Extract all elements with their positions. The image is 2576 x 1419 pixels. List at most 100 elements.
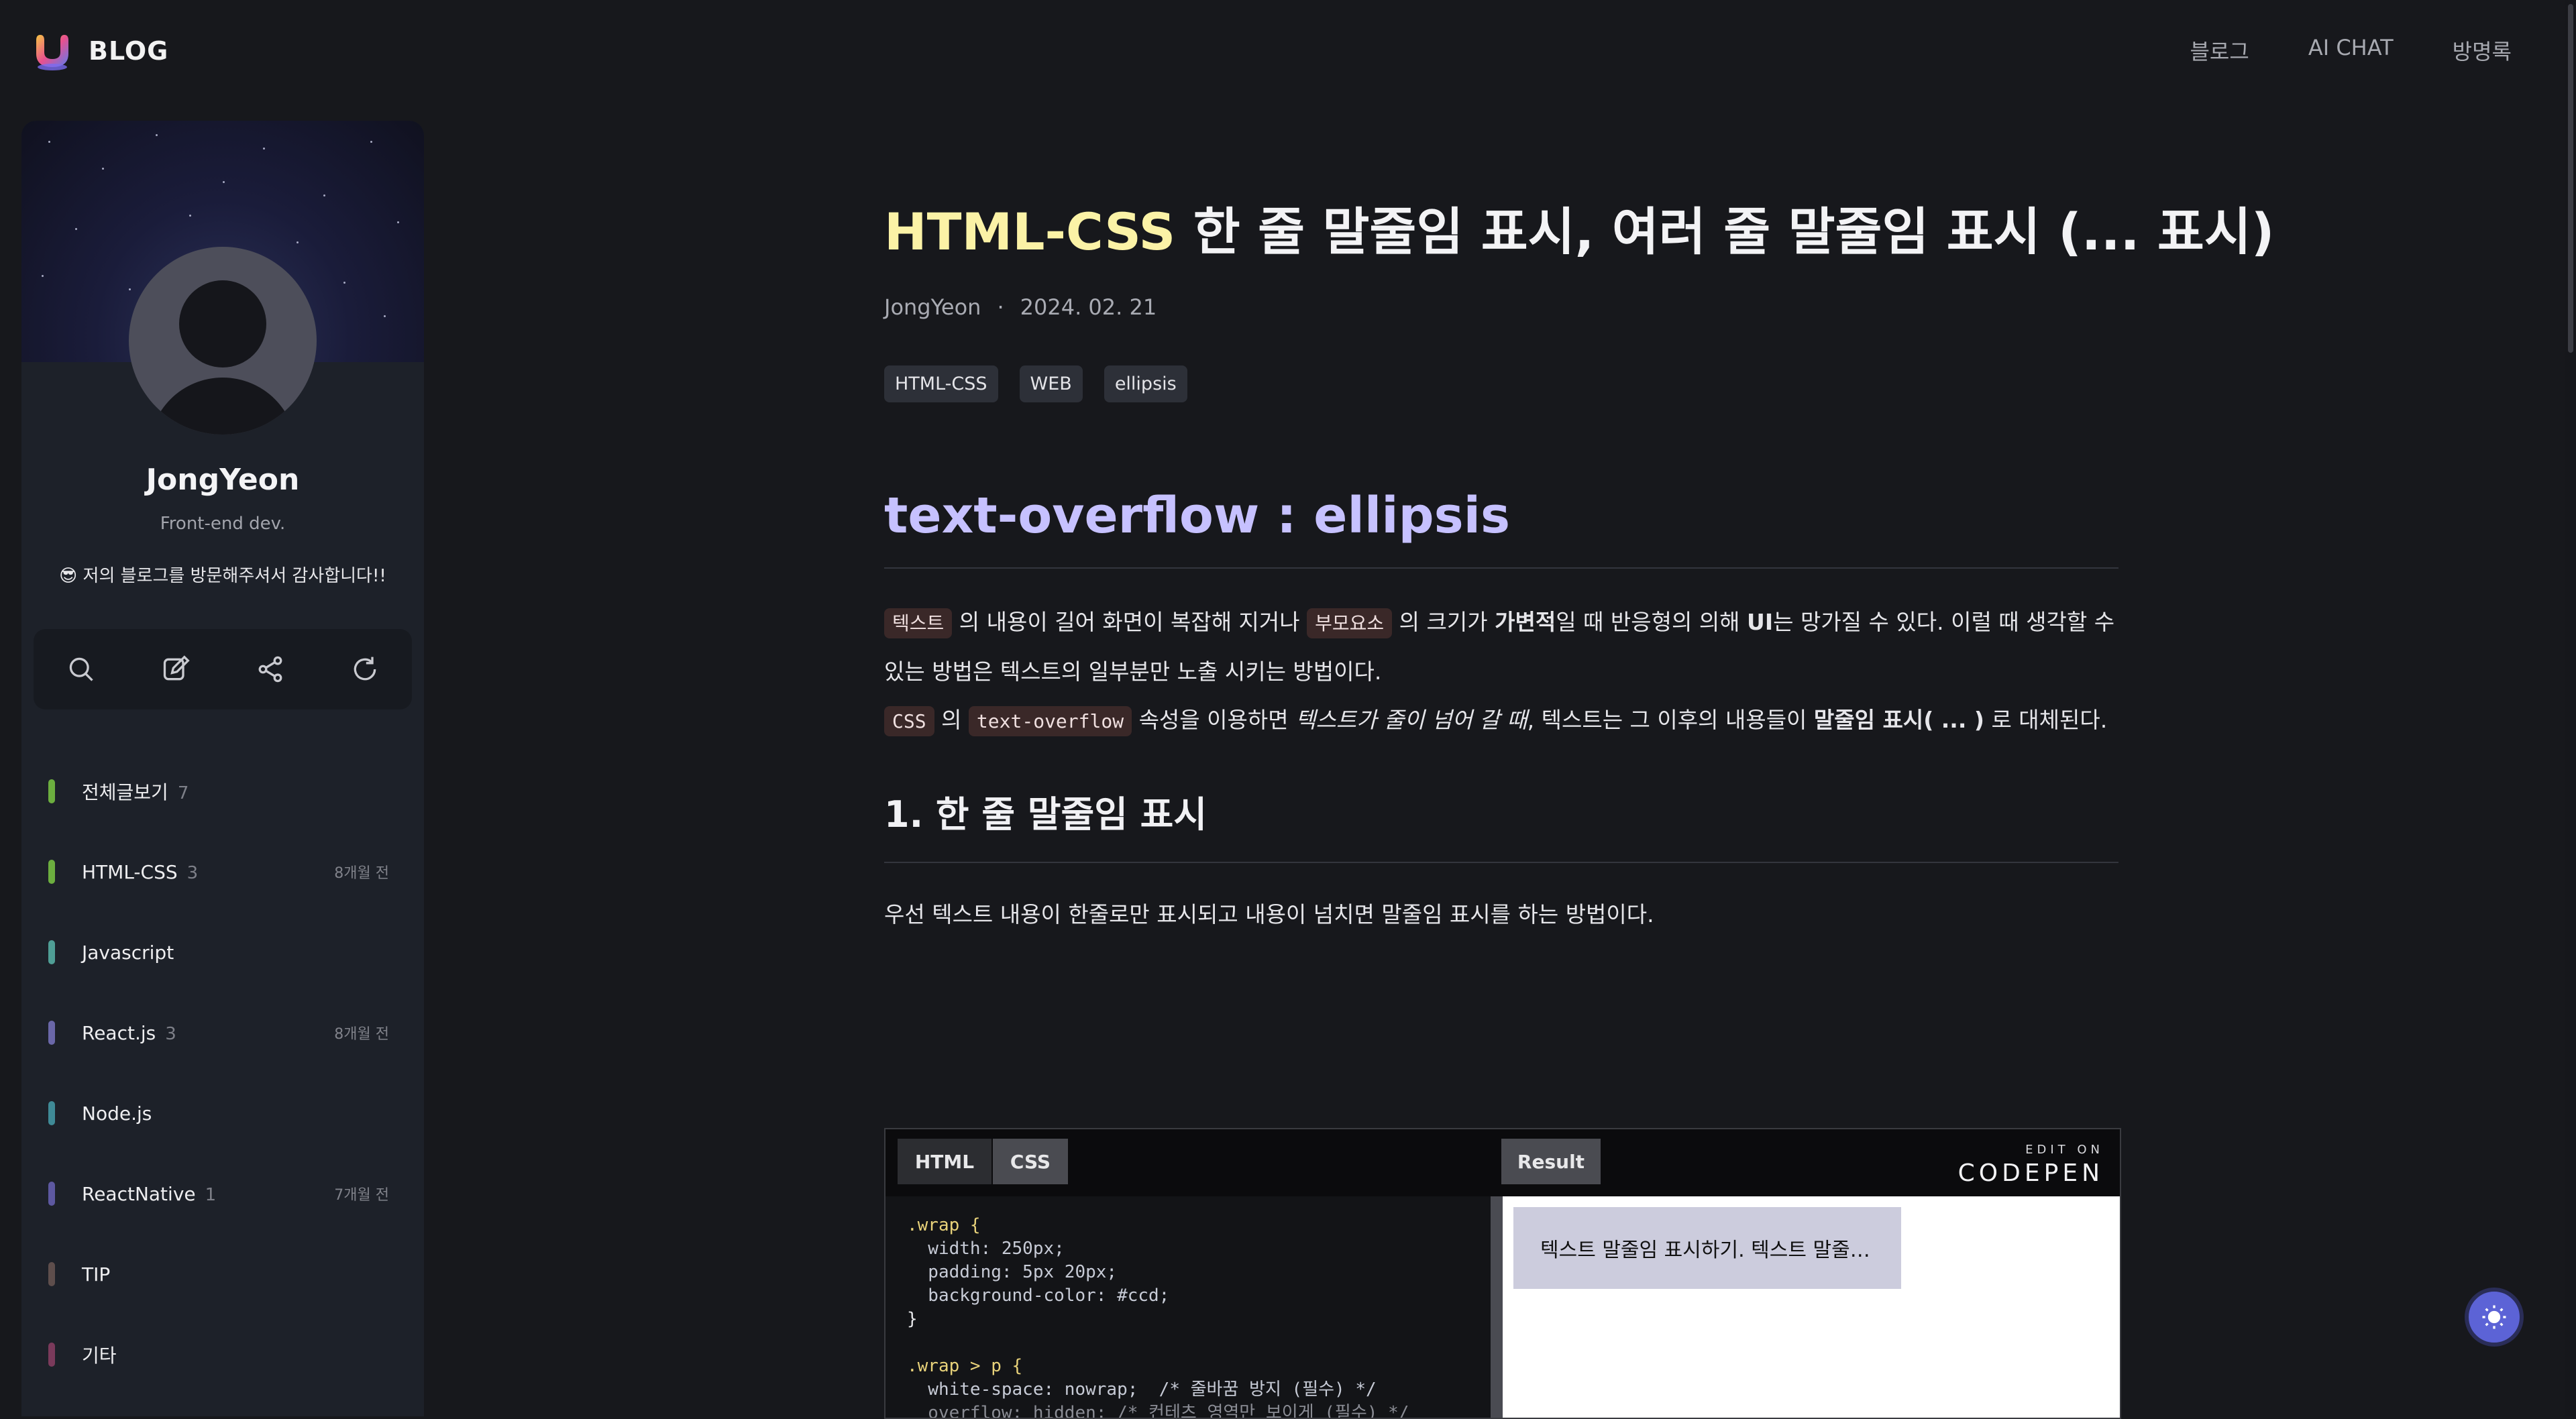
meta-separator: · <box>997 294 1004 321</box>
category-color-bar <box>48 1343 55 1367</box>
category-updated: 8개월 전 <box>334 1026 389 1043</box>
inline-code: 부모요소 <box>1307 608 1393 639</box>
category-label: Node.js <box>82 1102 152 1125</box>
paragraph: 우선 텍스트 내용이 한줄로만 표시되고 내용이 넘치면 말줄임 표시를 하는 … <box>884 901 1654 928</box>
category-color-bar <box>48 779 55 803</box>
category-count: 1 <box>205 1184 217 1205</box>
page-scrollbar[interactable] <box>2565 0 2576 1416</box>
text: 일 때 반응형의 의해 <box>1556 609 1748 636</box>
category-item[interactable]: Javascript <box>21 912 424 992</box>
category-color-bar <box>48 1021 55 1045</box>
category-label: ReactNative <box>82 1182 196 1205</box>
edit-icon <box>163 655 190 681</box>
top-header: BLOG 블로그 AI CHAT 방명록 <box>0 0 2576 101</box>
code-line: width: 250px; <box>907 1239 1065 1259</box>
bold-text: UI <box>1747 609 1774 636</box>
share-button[interactable] <box>250 649 290 689</box>
category-item[interactable]: ReactNative 1 7개월 전 <box>21 1153 424 1234</box>
category-color-bar <box>48 940 55 964</box>
edit-on-codepen-link[interactable]: EDIT ON CODEPEN <box>1958 1143 2104 1187</box>
avatar <box>129 247 317 435</box>
code-line: .wrap > p { <box>907 1356 1023 1376</box>
category-item[interactable]: TIP <box>21 1234 424 1314</box>
inline-code: CSS <box>884 706 934 737</box>
logo-icon <box>34 31 71 71</box>
category-item[interactable]: Node.js <box>21 1073 424 1153</box>
category-item[interactable]: 기타 <box>21 1314 424 1395</box>
category-count: 3 <box>165 1023 176 1044</box>
category-label: Javascript <box>82 941 174 964</box>
category-color-bar <box>48 1101 55 1125</box>
text: 의 <box>934 707 969 734</box>
sun-icon <box>2482 1305 2506 1329</box>
post-meta: JongYeon · 2024. 02. 21 <box>884 294 2118 320</box>
edit-on-label: EDIT ON <box>2025 1143 2104 1157</box>
tag[interactable]: WEB <box>1019 365 1083 403</box>
category-color-bar <box>48 1262 55 1286</box>
nav-blog[interactable]: 블로그 <box>2190 35 2249 66</box>
search-icon <box>69 657 93 681</box>
category-item[interactable]: React.js 3 8개월 전 <box>21 992 424 1073</box>
write-button[interactable] <box>156 649 196 689</box>
post-title-category: HTML-CSS <box>884 202 1176 262</box>
category-updated: 7개월 전 <box>334 1187 389 1204</box>
theme-toggle-button[interactable] <box>2465 1288 2524 1347</box>
category-label: React.js <box>82 1021 156 1044</box>
preview-wrap-box: 텍스트 말줄임 표시하기. 텍스트 말줄임 표시하기. <box>1513 1207 1901 1289</box>
nav-ai-chat[interactable]: AI CHAT <box>2308 35 2394 66</box>
code-editor[interactable]: .wrap { width: 250px; padding: 5px 20px;… <box>885 1196 1489 1418</box>
bold-text: 가변적 <box>1495 609 1556 636</box>
code-line: background-color: #ccd; <box>907 1286 1170 1306</box>
codepen-brand: CODEPEN <box>1957 1159 2104 1187</box>
sidebar-toolbar <box>34 629 412 710</box>
category-item[interactable]: 전체글보기 7 <box>21 751 424 832</box>
category-count: 7 <box>177 783 189 803</box>
blog-logo[interactable]: BLOG <box>34 31 168 71</box>
text: 의 내용이 길어 화면이 복잡해 지거나 <box>952 609 1307 636</box>
post-date: 2024. 02. 21 <box>1020 294 1157 321</box>
pane-resize-handle[interactable] <box>1491 1196 1503 1418</box>
post-title-text: 한 줄 말줄임 표시, 여러 줄 말줄임 표시 (... 표시) <box>1175 202 2275 262</box>
code-line: .wrap { <box>907 1215 981 1235</box>
paragraph: 텍스트 의 내용이 길어 화면이 복잡해 지거나 부모요소 의 크기가 가변적일… <box>884 598 2118 746</box>
tab-result[interactable]: Result <box>1501 1139 1601 1184</box>
subsection-heading: 1. 한 줄 말줄임 표시 <box>884 785 2118 864</box>
italic-text: 텍스트가 줄이 넘어 갈 때 <box>1295 707 1527 734</box>
nav-guestbook[interactable]: 방명록 <box>2453 35 2512 66</box>
post-title: HTML-CSS 한 줄 말줄임 표시, 여러 줄 말줄임 표시 (... 표시… <box>884 201 2274 262</box>
profile-message: 😎 저의 블로그를 방문해주셔서 감사합니다!! <box>59 566 386 586</box>
category-label: TIP <box>82 1263 111 1286</box>
tab-css[interactable]: CSS <box>993 1139 1068 1184</box>
inline-code: 텍스트 <box>884 608 953 639</box>
text: , 텍스트는 그 이후의 내용들이 <box>1527 707 1814 734</box>
category-color-bar <box>48 860 55 884</box>
category-item[interactable]: HTML-CSS 3 8개월 전 <box>21 832 424 912</box>
tag[interactable]: ellipsis <box>1104 365 1187 403</box>
category-label: 기타 <box>82 1345 117 1367</box>
profile-role: Front-end dev. <box>160 514 286 534</box>
tab-html[interactable]: HTML <box>898 1139 991 1184</box>
tag[interactable]: HTML-CSS <box>884 365 998 403</box>
refresh-icon <box>354 657 376 681</box>
code-line: overflow: hidden; /* 컨테츠 영역만 보이게 (필수) */ <box>907 1403 1409 1419</box>
article: HTML-CSS 한 줄 말줄임 표시, 여러 줄 말줄임 표시 (... 표시… <box>884 201 2274 929</box>
sidebar: JongYeon Front-end dev. 😎 저의 블로그를 방문해주셔서… <box>21 121 424 1416</box>
search-button[interactable] <box>61 649 101 689</box>
scrollbar-thumb[interactable] <box>2568 4 2573 353</box>
post-tags: HTML-CSS WEB ellipsis <box>884 365 2118 403</box>
post-author: JongYeon <box>884 294 981 321</box>
category-color-bar <box>48 1182 55 1206</box>
share-icon <box>258 656 282 683</box>
category-label: HTML-CSS <box>82 860 178 883</box>
code-line: padding: 5px 20px; <box>907 1262 1118 1282</box>
profile-name: JongYeon <box>146 463 300 497</box>
codepen-toolbar: HTML CSS Result EDIT ON CODEPEN <box>885 1129 2120 1196</box>
inline-code: text-overflow <box>968 706 1132 737</box>
refresh-button[interactable] <box>345 649 385 689</box>
text: 속성을 이용하면 <box>1132 707 1296 734</box>
code-line: white-space: nowrap; /* 줄바꿈 방지 (필수) */ <box>907 1379 1377 1400</box>
text: 로 대체된다. <box>1984 707 2108 734</box>
code-line: } <box>907 1309 918 1329</box>
bold-text: 말줄임 표시( ... ) <box>1813 707 1984 734</box>
text: 의 크기가 <box>1392 609 1495 636</box>
